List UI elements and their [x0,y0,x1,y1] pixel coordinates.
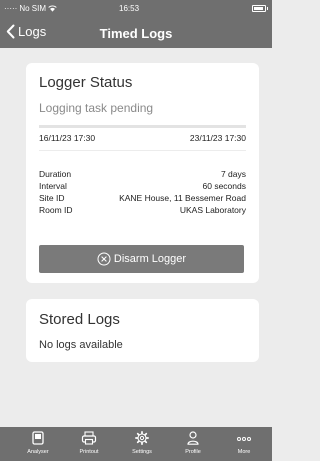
empty-logs-message: No logs available [39,339,123,351]
end-date: 23/11/23 17:30 [189,133,246,143]
logger-status-card: Logger Status Logging task pending 16/11… [26,63,259,283]
logger-status-title: Logger Status [39,74,133,91]
person-icon [187,431,199,445]
detail-value: UKAS Laboratory [179,205,246,215]
printer-icon [81,431,97,445]
close-circle-icon [97,252,111,266]
battery-icon [252,5,268,12]
status-time: 16:53 [119,4,140,13]
tab-profile[interactable]: Profile [168,431,218,461]
detail-row-room-id: Room ID UKAS Laboratory [39,205,246,215]
start-date: 16/11/23 17:30 [39,133,96,143]
tab-label: Profile [185,449,201,455]
detail-row-site-id: Site ID KANE House, 11 Bessemer Road [39,193,246,203]
tab-more[interactable]: More [219,431,269,461]
detail-label: Duration [39,169,72,179]
analyser-icon [32,431,44,445]
tab-label: Settings [132,449,152,455]
battery-level [254,7,263,10]
carrier-label: No SIM [19,4,46,13]
timed-logs-screen: ····· No SIM 16:53 Logs Timed Logs Logge… [0,0,272,461]
tab-settings[interactable]: Settings [117,431,167,461]
page-title: Timed Logs [99,26,173,41]
detail-label: Interval [39,181,67,191]
signal-dots-icon: ····· [4,4,18,13]
status-bar: ····· No SIM 16:53 [0,0,272,18]
tab-analyser[interactable]: Analyser [13,431,63,461]
detail-label: Room ID [39,205,73,215]
carrier-indicator: ····· No SIM [4,4,57,13]
detail-value: KANE House, 11 Bessemer Road [119,193,246,203]
tab-printout[interactable]: Printout [64,431,114,461]
tab-label: More [237,449,251,455]
navigation-bar: Logs Timed Logs [0,18,272,48]
more-icon [237,437,251,441]
detail-row-interval: Interval 60 seconds [39,181,246,191]
detail-label: Site ID [39,193,65,203]
detail-row-duration: Duration 7 days [39,169,246,179]
detail-value: 60 seconds [202,181,246,191]
stored-logs-card: Stored Logs No logs available [26,299,259,362]
tab-bar: Analyser Printout Settings Profile More [0,427,272,461]
tab-label: Printout [79,449,99,455]
detail-value: 7 days [220,169,246,179]
divider [39,150,246,151]
disarm-logger-button[interactable]: Disarm Logger [39,245,244,273]
wifi-icon [48,5,57,12]
stored-logs-title: Stored Logs [39,311,120,328]
logging-progress-bar [39,125,246,128]
logging-state: Logging task pending [39,101,154,115]
tab-label: Analyser [27,449,49,455]
gear-icon [135,431,149,445]
disarm-logger-label: Disarm Logger [113,253,187,265]
